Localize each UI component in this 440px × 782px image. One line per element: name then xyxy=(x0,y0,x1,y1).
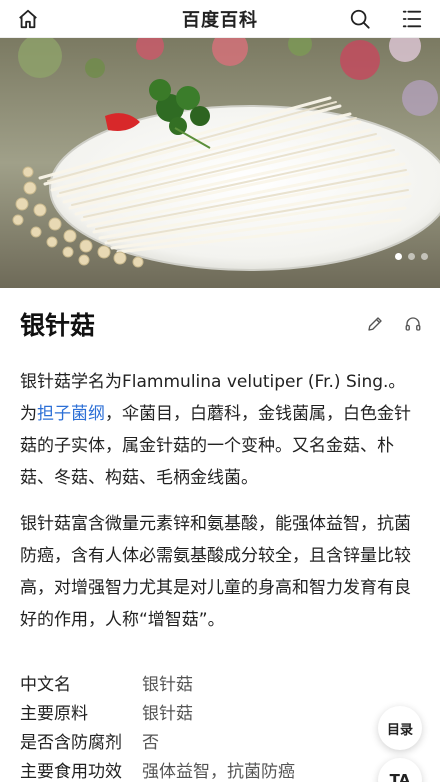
carousel-dot[interactable] xyxy=(421,253,428,260)
summary-paragraph-2: 银针菇富含微量元素锌和氨基酸，能强体益智，抗菌防癌，含有人体必需氨基酸成分较全，… xyxy=(20,514,411,630)
top-navigation-bar: 百度百科 xyxy=(0,0,440,38)
entry-content: 银针菇 银针菇学名为Flammulina velutiper (Fr.) Sin… xyxy=(0,288,440,782)
carousel-indicator xyxy=(395,253,428,260)
info-row: 主要食用功效 强体益智，抗菌防癌 xyxy=(20,755,360,782)
info-value: 银针菇 xyxy=(142,675,193,695)
ta-button[interactable]: TA xyxy=(378,758,422,782)
info-key: 是否含防腐剂 xyxy=(20,733,122,753)
toc-button[interactable]: 目录 xyxy=(378,706,422,750)
headphones-icon[interactable] xyxy=(402,313,424,335)
carousel-dot[interactable] xyxy=(395,253,402,260)
info-key: 主要食用功效 xyxy=(20,762,122,782)
info-value: 否 xyxy=(142,733,159,753)
info-key: 主要原料 xyxy=(20,704,88,724)
link-basidiomycetes[interactable]: 担子菌纲 xyxy=(37,404,105,424)
entry-header: 银针菇 xyxy=(20,304,424,344)
info-value: 强体益智，抗菌防癌 xyxy=(142,762,295,782)
home-icon[interactable] xyxy=(14,5,42,33)
search-icon[interactable] xyxy=(346,5,374,33)
info-row: 是否含防腐剂 否 xyxy=(20,726,360,755)
info-value: 银针菇 xyxy=(142,704,193,724)
info-row: 主要原料 银针菇 xyxy=(20,697,360,726)
carousel-dot[interactable] xyxy=(408,253,415,260)
site-title[interactable]: 百度百科 xyxy=(182,6,258,32)
info-row: 中文名 银针菇 xyxy=(20,668,360,697)
entry-title: 银针菇 xyxy=(20,311,96,340)
entry-actions xyxy=(364,313,424,335)
enoki-mushroom-image xyxy=(0,38,440,288)
hero-image-carousel[interactable] xyxy=(0,38,440,288)
summary-paragraph-1: 银针菇学名为Flammulina velutiper (Fr.) Sing.。为… xyxy=(20,366,422,494)
basic-info-table: 中文名 银针菇 主要原料 银针菇 是否含防腐剂 否 主要食用功效 强体益智，抗菌… xyxy=(20,668,360,782)
info-key: 中文名 xyxy=(20,675,71,695)
menu-icon[interactable] xyxy=(398,5,426,33)
pencil-icon[interactable] xyxy=(364,313,386,335)
